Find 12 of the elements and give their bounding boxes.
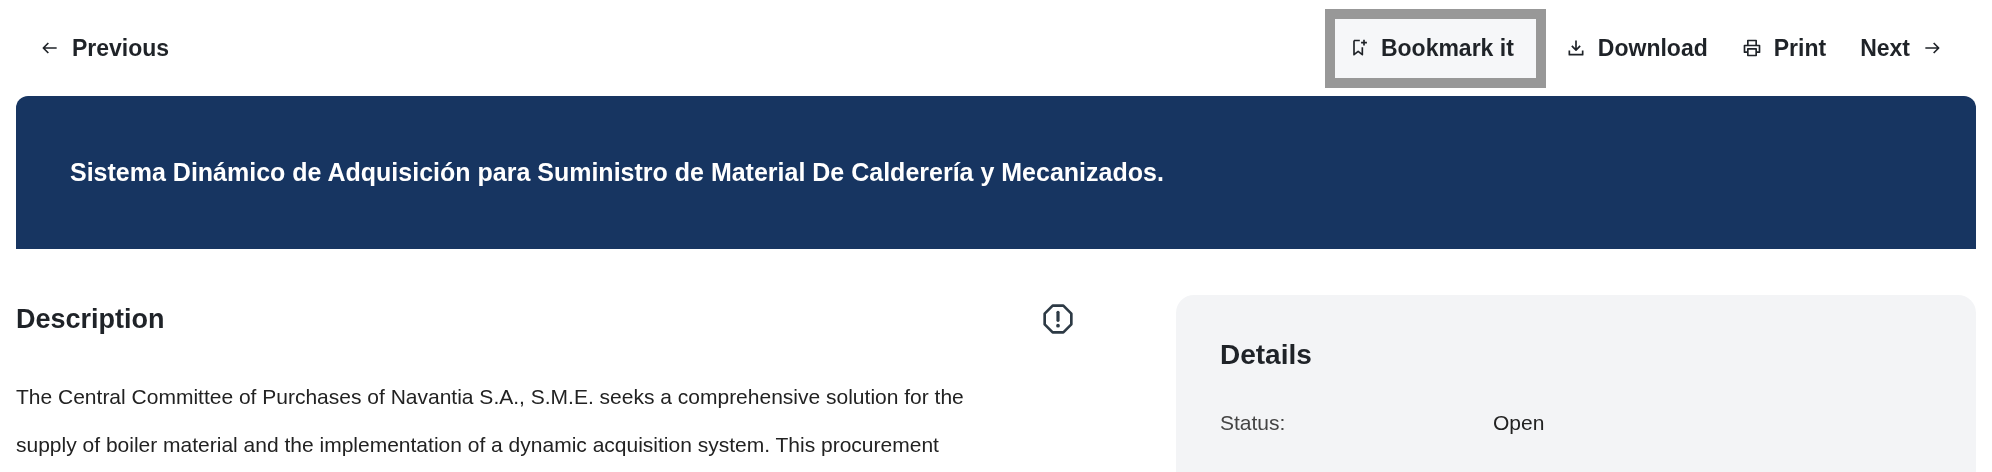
card-heading: Details — [1220, 339, 1313, 371]
alert-icon[interactable] — [1042, 303, 1074, 335]
next-button[interactable]: Next — [1850, 24, 1952, 72]
section-heading: Description — [16, 303, 165, 335]
print-button[interactable]: Print — [1731, 24, 1837, 72]
field-value: Open — [1493, 411, 1545, 435]
previous-button[interactable]: Previous — [30, 24, 180, 72]
printer-icon — [1741, 38, 1762, 58]
field-label: Status: — [1220, 411, 1287, 435]
description-paragraph: The Central Committee of Purchases of Navantia S.A., S.M.E. seeks a comprehensive solution for the supply of boiler material and the implementation of a dynamic acquisition system. This procurement — [16, 384, 965, 458]
download-button[interactable]: Download — [1555, 24, 1718, 72]
page-title: Sistema Dinámico de Adquisición para Suministro de Material De Calderería y Mecanizados. — [70, 158, 1164, 187]
